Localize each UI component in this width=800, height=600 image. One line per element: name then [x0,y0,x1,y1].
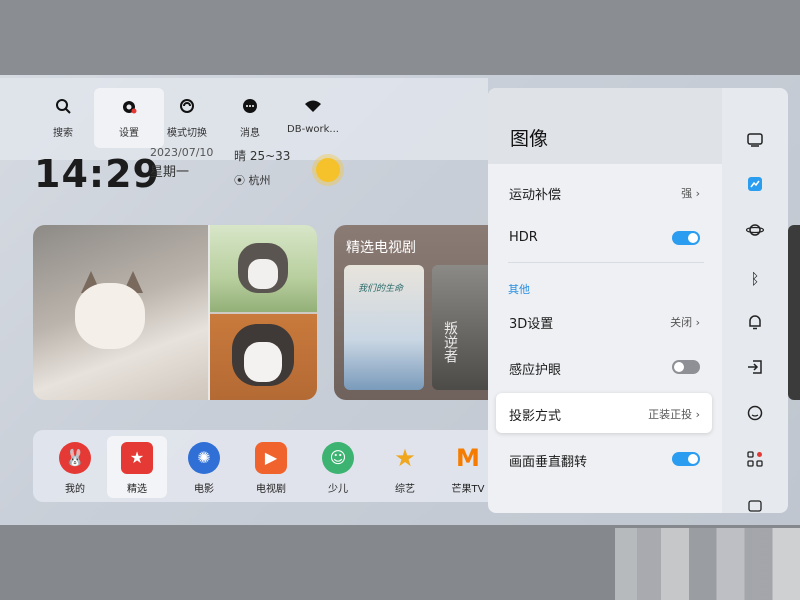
quick-item-message[interactable]: 消息 [215,88,285,148]
category-mine[interactable]: 🐰 我的 [45,436,105,498]
setting-value: 关闭 › [670,314,700,330]
search-icon [53,98,73,118]
featured-tv-title: 精选电视剧 [346,237,416,257]
image-settings-icon[interactable] [743,175,767,199]
panel-title: 图像 [510,124,548,151]
quick-item-wifi[interactable]: DB-work... [278,88,348,148]
picture-settings-panel: 图像 运动补偿 强 › HDR 其他 3D设置 关闭 › 感应护眼 投影方式 正… [488,88,722,513]
cat-photo [33,225,208,400]
weekday: 星期一 [150,161,213,180]
category-label: 综艺 [375,480,435,495]
bluetooth-icon[interactable]: ᛒ [743,267,767,291]
planet-icon[interactable] [743,221,767,245]
cat-face [75,283,145,349]
poster-title: 我们的生命 [358,281,403,294]
setting-hdr[interactable]: HDR [496,218,712,258]
settings-category-rail: ᛒ [722,88,788,513]
setting-eye-care[interactable]: 感应护眼 [496,347,712,387]
setting-3d[interactable]: 3D设置 关闭 › [496,301,712,341]
date: 2023/07/10 [150,146,213,159]
date-block: 2023/07/10 星期一 [150,150,213,180]
category-movie[interactable]: ✺ 电影 [174,436,234,498]
weather-block: 晴 25~33 ⦿ 杭州 [234,150,290,188]
message-icon [240,98,260,118]
setting-label: 画面垂直翻转 [509,451,587,470]
eye-care-toggle[interactable] [672,360,700,374]
category-label: 电视剧 [241,480,301,495]
poster[interactable]: 我们的生命 [344,265,424,390]
quick-item-label: 消息 [215,124,285,139]
weather-text: 晴 25~33 [234,147,290,164]
location-text: 杭州 [249,174,271,187]
dog-photo-bottom [210,314,317,400]
category-bar: 🐰 我的 ★ 精选 ✺ 电影 ▶ 电视剧 ☺ 少儿 ★ 综艺 M 芒果TV [33,430,488,502]
settings-icon [119,98,139,118]
toggle-knob [674,362,684,372]
category-featured[interactable]: ★ 精选 [107,436,167,498]
toggle-knob [688,454,698,464]
featured-icon: ★ [121,442,153,474]
movie-reel-icon: ✺ [188,442,220,474]
photo-card[interactable] [33,225,317,400]
category-kids[interactable]: ☺ 少儿 [308,436,368,498]
mine-avatar-icon: 🐰 [59,442,91,474]
category-variety[interactable]: ★ 综艺 [375,436,435,498]
kids-icon: ☺ [322,442,354,474]
quick-item-label: 搜索 [28,124,98,139]
section-label-other: 其他 [508,281,530,297]
picture-mode-icon[interactable] [743,130,767,154]
top-dim-area [0,0,800,75]
dog-photo-top [210,225,317,312]
poster-title: 叛逆者 [440,321,460,363]
category-label: 电影 [174,480,234,495]
quick-item-label: DB-work... [278,124,348,135]
face-icon[interactable] [743,404,767,428]
category-label: 我的 [45,480,105,495]
featured-tv-card[interactable]: 精选电视剧 我们的生命 叛逆者 [334,225,488,400]
tv-icon: ▶ [255,442,287,474]
mode-switch-icon [177,98,197,118]
tv-screen: 搜索 设置 模式切换 消息 DB-work... 14:29 [0,0,800,600]
category-label: 少儿 [308,480,368,495]
setting-vertical-flip[interactable]: 画面垂直翻转 [496,439,712,479]
setting-label: 投影方式 [509,405,561,424]
apps-grid-icon[interactable] [743,450,767,474]
panel-header: 图像 [488,88,722,164]
notification-bell-icon[interactable] [743,313,767,337]
setting-value: 强 › [681,185,700,201]
quick-item-label: 模式切换 [152,124,222,139]
setting-label: 感应护眼 [509,359,561,378]
dog-face [244,342,282,382]
setting-label: 3D设置 [509,313,553,332]
clock: 14:29 [34,152,160,196]
quick-item-search[interactable]: 搜索 [28,88,98,148]
quick-item-mode-switch[interactable]: 模式切换 [152,88,222,148]
mango-tv-icon: M [452,442,484,474]
pixelated-corner [615,528,800,600]
poster[interactable]: 叛逆者 [432,265,488,390]
setting-label: 运动补偿 [509,184,561,203]
setting-projection-mode[interactable]: 投影方式 正装正投 › [496,393,712,433]
category-label: 精选 [107,480,167,495]
section-divider [508,262,704,263]
variety-star-icon: ★ [389,442,421,474]
setting-label: HDR [509,230,538,245]
setting-motion-compensation[interactable]: 运动补偿 强 › [496,172,712,212]
camera-icon[interactable] [743,495,767,513]
toggle-knob [688,233,698,243]
hdr-toggle[interactable] [672,231,700,245]
category-tv[interactable]: ▶ 电视剧 [241,436,301,498]
dog-face [248,259,278,289]
vertical-flip-toggle[interactable] [672,452,700,466]
sun-weather-icon [316,158,340,182]
location-pin-icon: ⦿ [234,174,245,187]
input-source-icon[interactable] [743,358,767,382]
wifi-icon [303,98,323,118]
setting-value: 正装正投 › [648,406,700,422]
location: ⦿ 杭州 [234,172,290,188]
partially-visible-card [788,225,800,400]
